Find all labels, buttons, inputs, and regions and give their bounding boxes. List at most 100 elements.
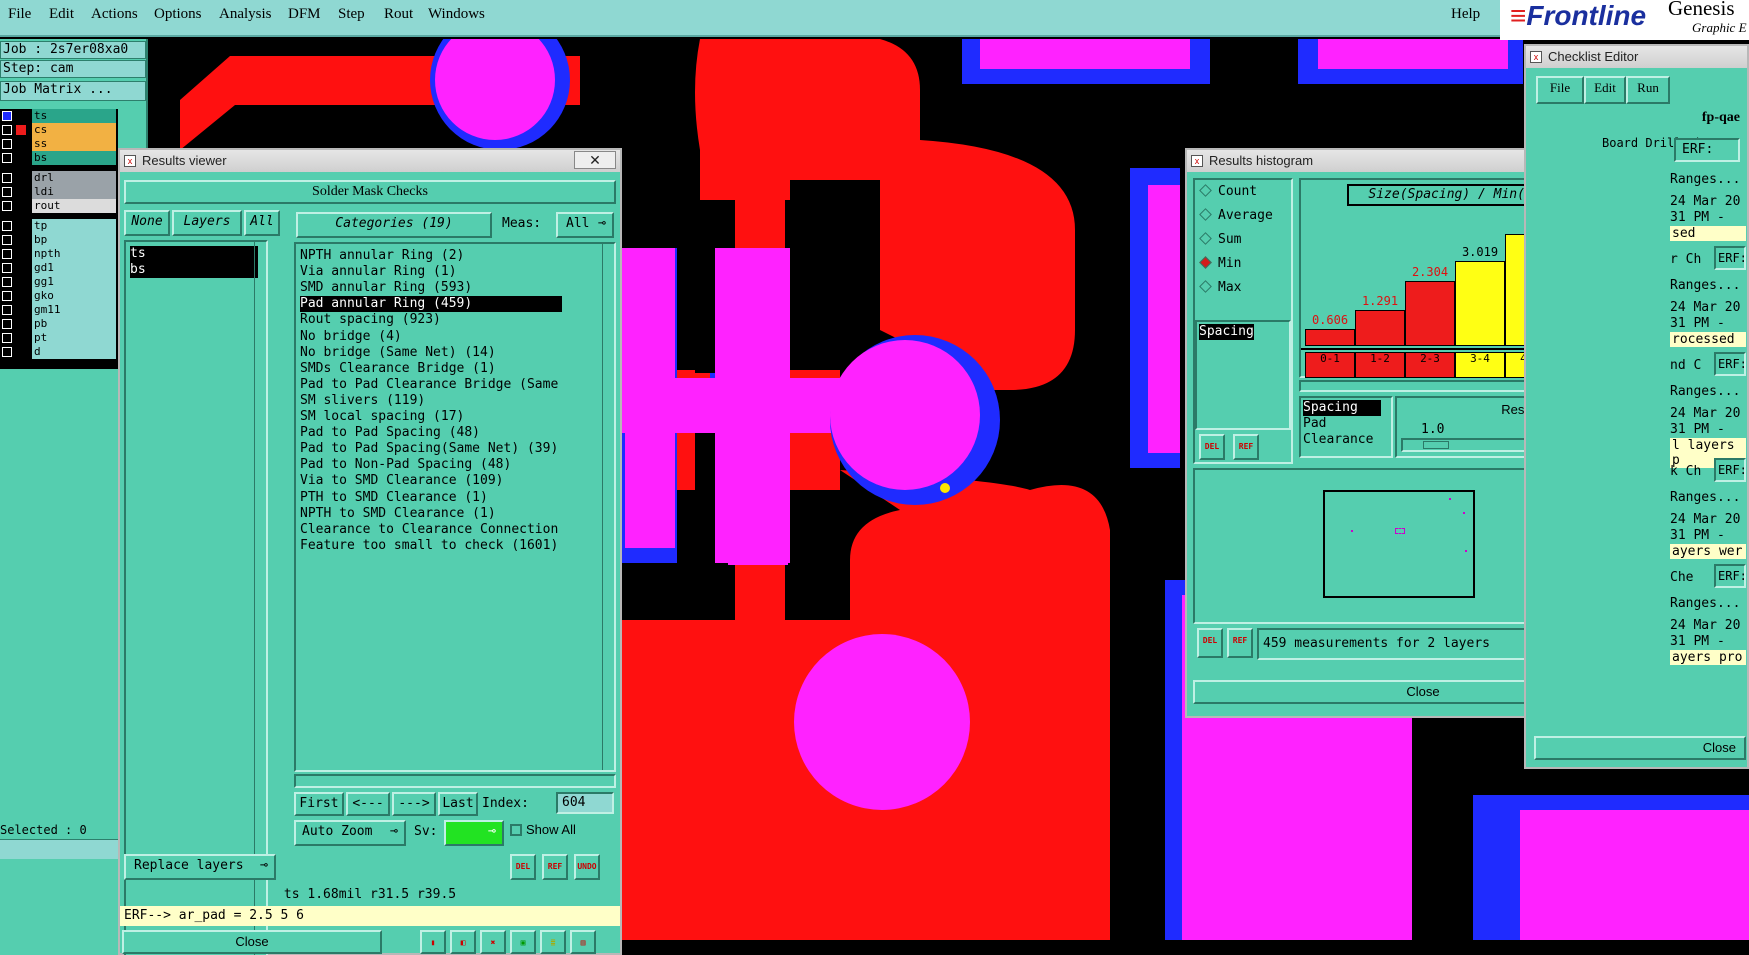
layer-name[interactable]: gg1: [32, 275, 116, 289]
layer-name[interactable]: ldi: [32, 185, 116, 199]
prev-button[interactable]: <---: [346, 792, 390, 816]
category-item[interactable]: Via to SMD Clearance (109): [300, 473, 504, 489]
layer-row[interactable]: pt: [0, 331, 116, 345]
layer-row[interactable]: ldi: [0, 185, 116, 199]
undo-button[interactable]: UNDO: [574, 854, 600, 880]
layer-name[interactable]: bs: [32, 151, 116, 165]
layer-name[interactable]: bp: [32, 233, 116, 247]
step-icon[interactable]: ▣: [510, 930, 536, 954]
layers-list[interactable]: ts bs: [124, 240, 268, 955]
layer-row[interactable]: pb: [0, 317, 116, 331]
layer-checkbox[interactable]: [2, 125, 12, 135]
ranges-2[interactable]: Ranges...: [1670, 278, 1740, 293]
layer-row[interactable]: npth: [0, 247, 116, 261]
menu-dfm[interactable]: DFM: [288, 6, 321, 23]
layer-checkbox[interactable]: [2, 201, 12, 211]
layer-row[interactable]: ts: [0, 109, 116, 123]
layer-checkbox[interactable]: [2, 111, 12, 121]
attr-list[interactable]: Spacing: [1195, 320, 1291, 430]
layer-row[interactable]: ss: [0, 137, 116, 151]
layer-checkbox[interactable]: [2, 139, 12, 149]
layer-name[interactable]: d: [32, 345, 116, 359]
attr-item-spacing[interactable]: Spacing: [1199, 324, 1254, 340]
slider-handle[interactable]: [1423, 441, 1449, 449]
first-button[interactable]: First: [294, 792, 344, 816]
menu-actions[interactable]: Actions: [91, 6, 138, 23]
layer-name[interactable]: rout: [32, 199, 116, 213]
layer-name[interactable]: npth: [32, 247, 116, 261]
next-button[interactable]: --->: [392, 792, 436, 816]
category-item[interactable]: SMD annular Ring (593): [300, 280, 472, 296]
categories-button[interactable]: Categories (19): [296, 212, 492, 238]
layer-row[interactable]: cs: [0, 123, 116, 137]
category-item[interactable]: Rout spacing (923): [300, 312, 441, 328]
category-item[interactable]: PTH to SMD Clearance (1): [300, 490, 488, 506]
job-matrix-button[interactable]: Job Matrix ...: [0, 81, 146, 101]
checklist-menu-run[interactable]: Run: [1626, 76, 1670, 104]
category-item[interactable]: No bridge (4): [300, 329, 402, 345]
last-button[interactable]: Last: [438, 792, 478, 816]
layer-checkbox[interactable]: [2, 319, 12, 329]
layer-item-ts[interactable]: ts: [130, 246, 258, 262]
category-item[interactable]: No bridge (Same Net) (14): [300, 345, 496, 361]
ranges-3[interactable]: Ranges...: [1670, 384, 1740, 399]
range-label[interactable]: 3-4: [1455, 352, 1505, 378]
category-item[interactable]: Clearance to Clearance Connection: [300, 522, 558, 538]
layer-name[interactable]: gko: [32, 289, 116, 303]
layer-row[interactable]: tp: [0, 219, 116, 233]
menu-analysis[interactable]: Analysis: [219, 6, 272, 23]
layer-row[interactable]: d: [0, 345, 116, 359]
category-item[interactable]: Pad to Pad Spacing(Same Net) (39): [300, 441, 558, 457]
layers-button[interactable]: Layers: [172, 210, 242, 236]
category-item[interactable]: Pad to Non-Pad Spacing (48): [300, 457, 511, 473]
del-button[interactable]: DEL: [510, 854, 536, 880]
layer-checkbox[interactable]: [2, 277, 12, 287]
attribute-clearance[interactable]: Clearance: [1303, 432, 1373, 448]
mode-radio-count[interactable]: Count: [1199, 184, 1257, 199]
export-icon[interactable]: ◧: [450, 930, 476, 954]
histogram-bar[interactable]: [1305, 329, 1355, 346]
menu-file[interactable]: File: [8, 6, 31, 23]
checklist-menu-file[interactable]: File: [1536, 76, 1584, 104]
layer-row[interactable]: gd1: [0, 261, 116, 275]
histogram-del-button[interactable]: DEL: [1199, 434, 1225, 460]
checklist-menu-edit[interactable]: Edit: [1584, 76, 1626, 104]
mode-radio-average[interactable]: Average: [1199, 208, 1273, 223]
ranges-4[interactable]: Ranges...: [1670, 490, 1740, 505]
histogram-bar[interactable]: [1455, 261, 1505, 346]
erf-select-3[interactable]: ERF:: [1714, 352, 1747, 376]
layer-name[interactable]: ss: [32, 137, 116, 151]
histogram-ref-button[interactable]: REF: [1233, 434, 1259, 460]
layer-row[interactable]: bp: [0, 233, 116, 247]
histogram-icon[interactable]: ▥: [570, 930, 596, 954]
histogram-bar[interactable]: [1405, 281, 1455, 346]
layer-name[interactable]: pb: [32, 317, 116, 331]
ranges-5[interactable]: Ranges...: [1670, 596, 1740, 611]
layer-name[interactable]: drl: [32, 171, 116, 185]
layer-name[interactable]: tp: [32, 219, 116, 233]
category-item[interactable]: SM slivers (119): [300, 393, 425, 409]
preview-del-button[interactable]: DEL: [1197, 628, 1223, 658]
erf-select-5[interactable]: ERF:: [1714, 564, 1747, 588]
menu-rout[interactable]: Rout: [384, 6, 413, 23]
categories-list[interactable]: NPTH annular Ring (2) Via annular Ring (1…: [294, 242, 616, 772]
range-label[interactable]: 2-3: [1405, 352, 1455, 378]
menu-step[interactable]: Step: [338, 6, 365, 23]
categories-scrollbar[interactable]: [602, 244, 614, 770]
layer-item-bs[interactable]: bs: [130, 262, 258, 278]
category-item[interactable]: SMDs Clearance Bridge (1): [300, 361, 496, 377]
hierarchy-icon[interactable]: ▮: [420, 930, 446, 954]
auto-zoom-select[interactable]: Auto Zoom ⊸: [294, 820, 406, 846]
close-button[interactable]: Close: [122, 930, 382, 954]
attribute-spacing[interactable]: Spacing: [1303, 400, 1381, 416]
layer-row[interactable]: gg1: [0, 275, 116, 289]
layer-checkbox[interactable]: [2, 187, 12, 197]
sv-color-select[interactable]: ⊸: [444, 820, 504, 846]
histogram-bar[interactable]: [1355, 310, 1405, 346]
show-all-checkbox[interactable]: [510, 824, 522, 836]
none-button[interactable]: None: [124, 210, 170, 236]
layer-row[interactable]: rout: [0, 199, 116, 213]
layer-checkbox[interactable]: [2, 305, 12, 315]
layer-row[interactable]: bs: [0, 151, 116, 165]
index-input[interactable]: 604: [556, 792, 614, 814]
